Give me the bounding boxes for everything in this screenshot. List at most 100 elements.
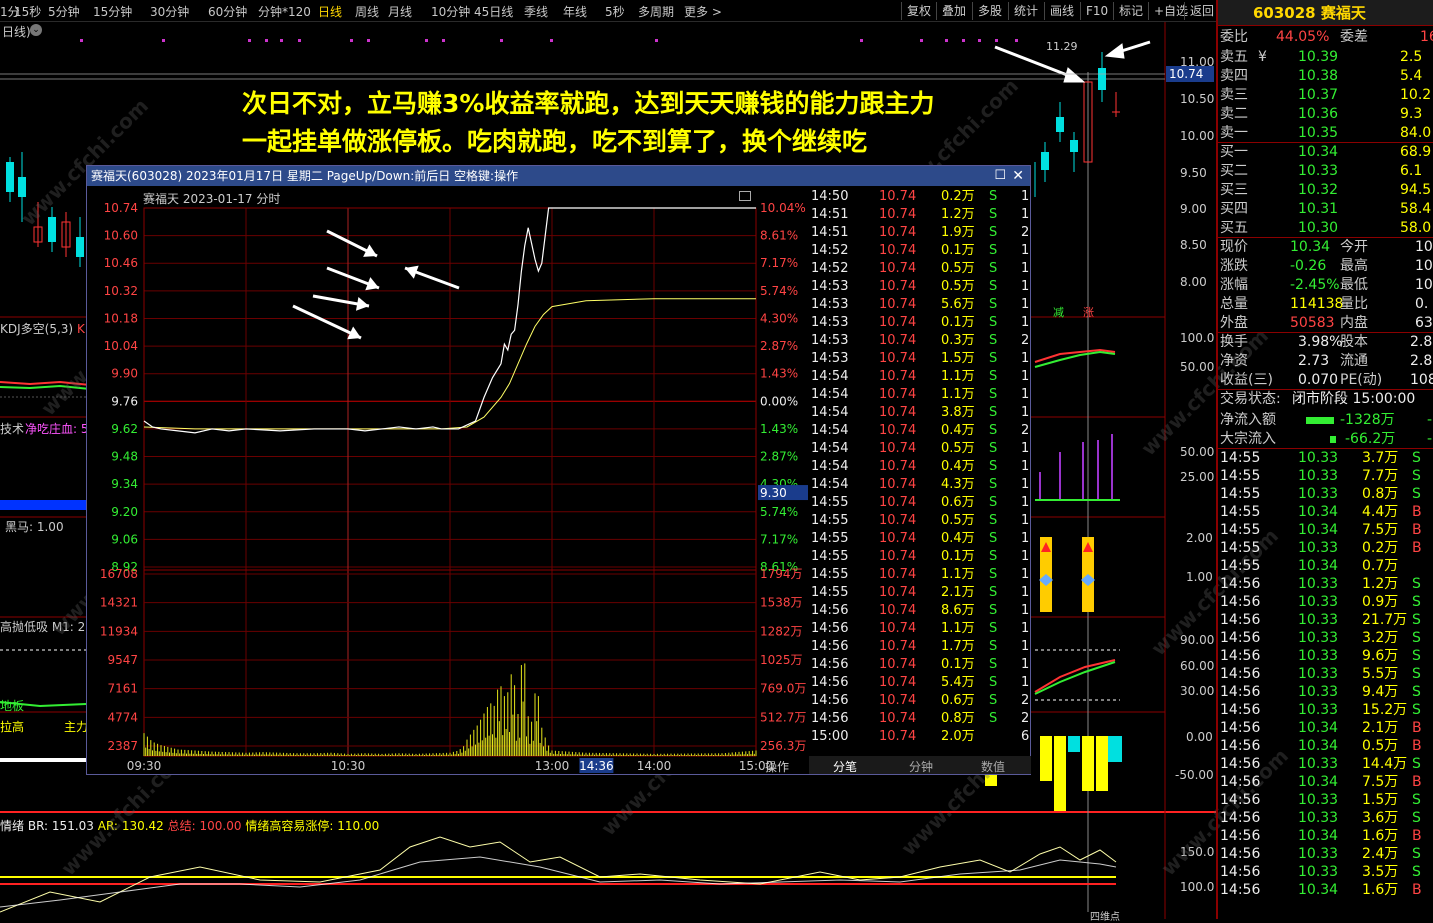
tick-volume: 1.6万 [1362,882,1399,898]
tick-time: 14:56 [1220,864,1261,880]
tick-volume: 7.5万 [1362,774,1399,790]
tool-button-6[interactable]: 标记 [1113,2,1148,20]
trade-cell: 14:53 [811,333,849,348]
trade-row: 14:53 10.74 1.5万 S 1 [809,350,1029,368]
tick-volume: 1.5万 [1362,792,1399,808]
trade-cell: 14:52 [811,261,849,276]
main-force-label: 主力 [64,720,89,734]
tick-volume: 14.4万 [1362,756,1408,772]
trade-cell: 10.74 [879,441,917,456]
price-axis-tick: 10.50 [1180,92,1215,106]
quote-panel: 603028 赛福天 委比44.05%委差16卖五¥10.392.5卖四10.3… [1216,0,1433,919]
tick-price: 10.33 [1298,864,1339,880]
trade-cell: 10.74 [879,243,917,258]
trade-cell: 1 [1021,441,1030,456]
period-tab-14[interactable]: 5秒 [605,3,625,20]
period-tab-1[interactable]: 15秒 [14,3,41,20]
tool-button-3[interactable]: 统计 [1008,2,1043,20]
stat-label: 涨幅 [1220,277,1248,293]
tick-price: 10.33 [1298,540,1339,556]
tick-side: B [1412,504,1422,520]
tool-button-1[interactable]: 叠加 [936,2,971,20]
trade-cell: 10.74 [879,297,917,312]
tick-price: 10.33 [1298,486,1339,502]
trade-row: 14:55 10.74 0.6万 S 1 [809,494,1029,512]
period-tab-4[interactable]: 30分钟 [150,3,189,20]
trade-cell: S [989,495,998,510]
tick-time: 14:56 [1220,612,1261,628]
volume-tick-label: 9547 [107,653,138,667]
trade-cell: 14:54 [811,441,849,456]
tool-button-5[interactable]: F10 [1080,2,1113,20]
axis-2-2: 25.00 [1180,470,1215,484]
amount-tick-label: 256.3万 [760,739,806,753]
chevron-down-icon[interactable]: ⌄ [30,24,42,36]
close-icon[interactable]: ✕ [1012,166,1024,186]
price-axis-tick: 9.00 [1180,202,1207,216]
pct-tick-label: 8.61% [760,229,798,243]
trade-cell: 14:56 [811,657,849,672]
tick-volume: 5.5万 [1362,666,1399,682]
trade-cell: S [989,477,998,492]
tool-button-4[interactable]: 画线 [1044,2,1079,20]
tick-side: B [1412,828,1422,844]
trade-cell: 1 [1021,459,1030,474]
stat-value: 2.87 [1410,353,1433,369]
period-tab-9[interactable]: 月线 [388,3,412,20]
tab-values[interactable]: 数值 [981,758,1005,775]
axis-5-2: -50.00 [1175,768,1214,782]
trade-row: 14:56 10.74 1.7万 S 1 [809,638,1029,656]
tick-price: 10.33 [1298,666,1339,682]
period-tab-11[interactable]: 45日线 [474,3,513,20]
trade-cell: 14:51 [811,207,849,222]
trade-row: 14:54 10.74 1.1万 S 1 [809,368,1029,386]
tick-side: S [1412,792,1421,808]
period-tab-8[interactable]: 周线 [355,3,379,20]
trade-cell: 5.6万 [941,297,975,312]
maximize-icon[interactable]: ☐ [994,166,1006,186]
period-tab-6[interactable]: 分钟*120 [258,3,311,20]
period-tab-16[interactable]: 更多 > [684,3,722,20]
trade-row: 14:53 10.74 0.1万 S 1 [809,314,1029,332]
period-tab-15[interactable]: 多周期 [638,3,674,20]
popup-title-bar[interactable]: 赛福天(603028) 2023年01月17日 星期二 PageUp/Down:… [87,166,1030,186]
stat-label: 今开 [1340,239,1368,255]
trade-cell: 14:56 [811,639,849,654]
period-tab-10[interactable]: 10分钟 [431,3,470,20]
trade-row: 14:51 10.74 1.9万 S 2 [809,224,1029,242]
tick-time: 14:55 [1220,450,1261,466]
tool-button-2[interactable]: 多股 [972,2,1007,20]
trade-cell: 0.5万 [941,513,975,528]
period-tab-3[interactable]: 15分钟 [93,3,132,20]
period-tab-12[interactable]: 季线 [524,3,548,20]
tick-time: 14:55 [1220,504,1261,520]
period-tab-2[interactable]: 5分钟 [48,3,80,20]
trade-cell: S [989,585,998,600]
block-label: 大宗流入 [1220,431,1276,447]
tab-minutes[interactable]: 分钟 [909,758,933,775]
tick-time: 14:56 [1220,684,1261,700]
tick-side: B [1412,738,1422,754]
trade-cell: 1 [1021,279,1030,294]
period-tab-5[interactable]: 60分钟 [208,3,247,20]
tool-button-0[interactable]: 复权 [901,2,936,20]
tab-ticks[interactable]: 分笔 [833,758,857,775]
trade-cell: 10.74 [879,531,917,546]
trade-cell: 1 [1021,387,1030,402]
tick-price: 10.33 [1298,612,1339,628]
ask-volume: 5.4 [1400,68,1423,84]
intraday-popup[interactable]: 赛福天(603028) 2023年01月17日 星期二 PageUp/Down:… [86,165,1031,775]
trade-cell: 1 [1021,207,1030,222]
stat-value: 0.070 [1298,372,1339,388]
operate-button[interactable]: 操作 [765,758,789,775]
stat-label: 内盘 [1340,315,1368,331]
stat-label: 现价 [1220,239,1248,255]
period-tab-7[interactable]: 日线 [318,3,342,20]
tick-trades-list: 14:50 10.74 0.2万 S 1 14:51 10.74 1.2万 S 1 14:51 10.… [809,188,1029,768]
stat-label: 收益(三) [1220,372,1273,388]
stat-value: 0. [1415,296,1429,312]
period-tab-13[interactable]: 年线 [563,3,587,20]
trade-cell: 14:55 [811,549,849,564]
trade-cell: S [989,207,998,222]
trade-cell: 2 [1021,225,1030,240]
